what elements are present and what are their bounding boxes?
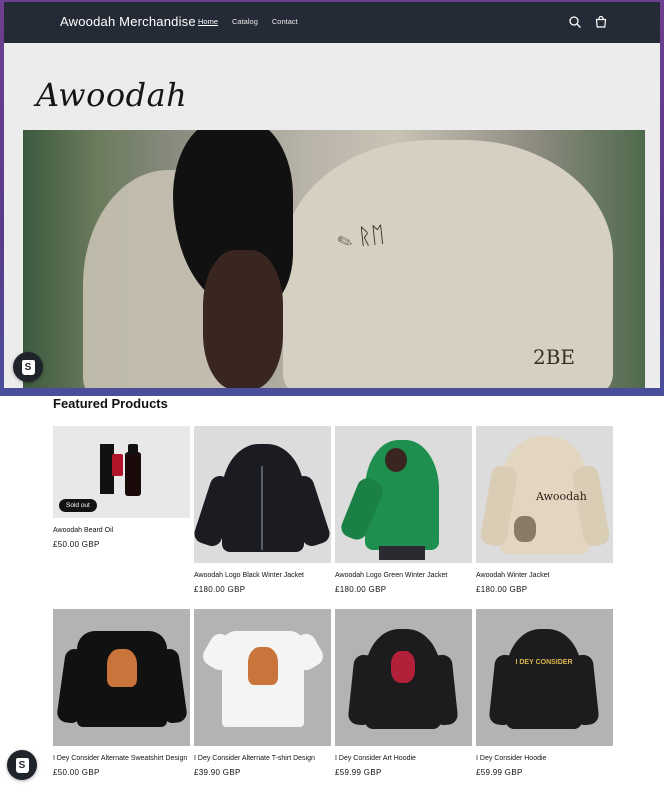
brand-name[interactable]: Awoodah Merchandise [60, 14, 196, 29]
nav-catalog[interactable]: Catalog [232, 17, 258, 26]
main-nav: Home Catalog Contact [198, 17, 298, 26]
product-card[interactable]: Awoodah Logo Black Winter Jacket £180.00… [194, 426, 331, 594]
product-card[interactable]: I Dey Consider Art Hoodie £59.99 GBP [335, 609, 472, 777]
product-name[interactable]: I Dey Consider Alternate T-shirt Design [194, 755, 331, 762]
hero-section: Awoodah Merchandise Home Catalog Contact… [4, 2, 660, 388]
awoodah-logo[interactable]: Awoodah [36, 76, 187, 114]
jacket-face-print [514, 516, 536, 542]
model-neck [203, 250, 283, 388]
art-hoodie-print [391, 651, 415, 683]
model-legs [379, 546, 425, 560]
sweatshirt-art [107, 649, 137, 687]
product-price: £180.00 GBP [194, 585, 246, 594]
product-price: £59.99 GBP [476, 768, 523, 777]
awoodah-jacket-text: Awoodah [536, 490, 587, 503]
jacket-doodle: ✎ ᚱᛖ [336, 222, 386, 253]
shopify-bag-icon: S [15, 757, 29, 773]
header-icons [568, 15, 608, 29]
product-image[interactable] [194, 426, 331, 563]
product-name[interactable]: I Dey Consider Alternate Sweatshirt Desi… [53, 755, 190, 762]
product-name[interactable]: Awoodah Logo Black Winter Jacket [194, 572, 331, 579]
product-name[interactable]: Awoodah Logo Green Winter Jacket [335, 572, 472, 579]
product-card[interactable]: Sold out Awoodah Beard Oil £50.00 GBP [53, 426, 190, 549]
cart-icon[interactable] [594, 15, 608, 29]
product-price: £59.99 GBP [335, 768, 382, 777]
product-name[interactable]: Awoodah Beard Oil [53, 527, 190, 534]
product-card[interactable]: I Dey Consider Alternate T-shirt Design … [194, 609, 331, 777]
hero-banner-image: ✎ ᚱᛖ 2BE [23, 130, 645, 388]
nav-contact[interactable]: Contact [272, 17, 298, 26]
shopify-badge[interactable]: S [13, 352, 43, 382]
featured-title: Featured Products [53, 396, 168, 411]
shopify-badge[interactable]: S [7, 750, 37, 780]
product-image[interactable] [53, 609, 190, 746]
sold-out-badge: Sold out [59, 499, 97, 512]
product-image[interactable]: Sold out [53, 426, 190, 518]
product-image[interactable]: Awoodah [476, 426, 613, 563]
product-name[interactable]: I Dey Consider Art Hoodie [335, 755, 472, 762]
product-card[interactable]: Awoodah Logo Green Winter Jacket £180.00… [335, 426, 472, 594]
site-header: Awoodah Merchandise Home Catalog Contact [4, 2, 660, 43]
product-price: £50.00 GBP [53, 540, 100, 549]
nav-home[interactable]: Home [198, 17, 218, 26]
product-image[interactable] [194, 609, 331, 746]
consider-hoodie-text: I DEY CONSIDER [515, 659, 573, 666]
product-name[interactable]: Awoodah Winter Jacket [476, 572, 613, 579]
product-price: £180.00 GBP [476, 585, 528, 594]
product-price: £180.00 GBP [335, 585, 387, 594]
product-image[interactable]: I DEY CONSIDER [476, 609, 613, 746]
tshirt-art [248, 647, 278, 685]
search-icon[interactable] [568, 15, 582, 29]
product-name[interactable]: I Dey Consider Hoodie [476, 755, 613, 762]
beard-oil-bottle [125, 452, 141, 496]
product-card[interactable]: Awoodah Awoodah Winter Jacket £180.00 GB… [476, 426, 613, 594]
product-card[interactable]: I Dey Consider Alternate Sweatshirt Desi… [53, 609, 190, 777]
beard-oil-dropper [128, 444, 138, 454]
hero-frame: Awoodah Merchandise Home Catalog Contact… [0, 0, 664, 396]
product-card[interactable]: I DEY CONSIDER I Dey Consider Hoodie £59… [476, 609, 613, 777]
beard-oil-label [112, 454, 123, 476]
product-image[interactable] [335, 426, 472, 563]
shopify-bag-icon: S [21, 359, 35, 375]
product-image[interactable] [335, 609, 472, 746]
jacket-doodle-text: 2BE [533, 345, 576, 369]
product-price: £39.90 GBP [194, 768, 241, 777]
product-price: £50.00 GBP [53, 768, 100, 777]
model-face [385, 448, 407, 472]
black-jacket-zip [261, 466, 263, 550]
